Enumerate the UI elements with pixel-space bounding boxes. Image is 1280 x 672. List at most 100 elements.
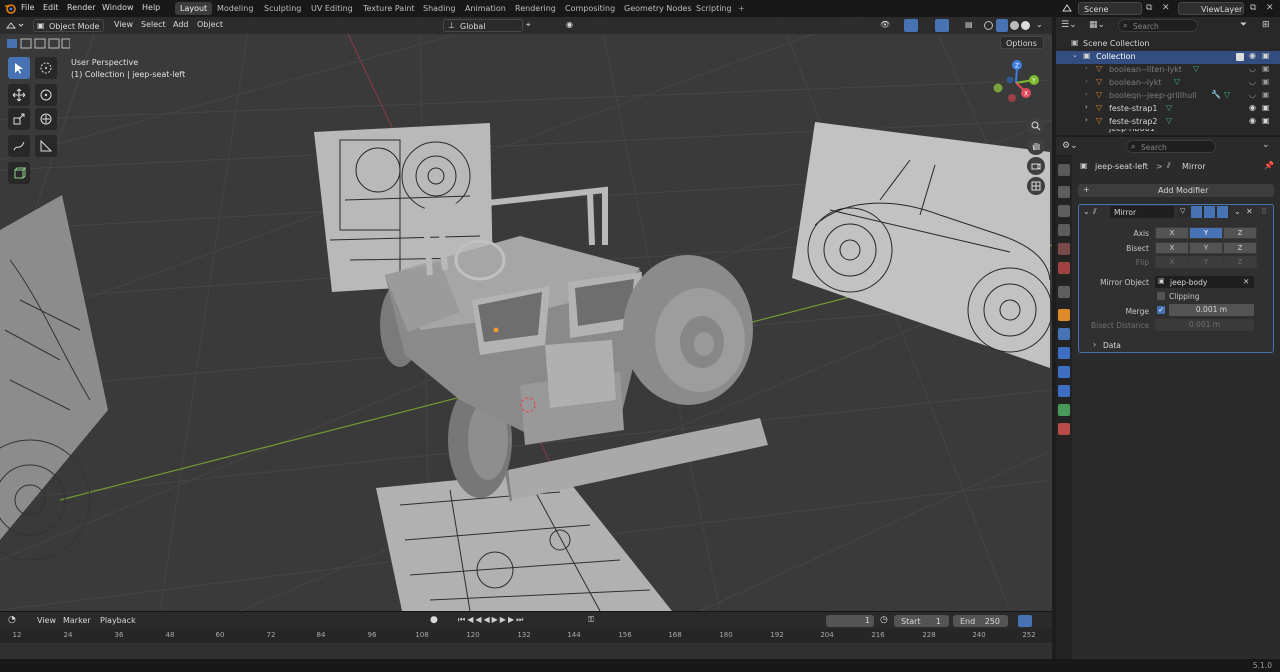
solid-shading-icon[interactable] [996, 19, 1008, 32]
menu-add[interactable]: Add [173, 20, 189, 29]
menu-object[interactable]: Object [197, 20, 223, 29]
editor-type-icon[interactable] [5, 20, 27, 32]
clock-icon[interactable]: ◷ [880, 615, 888, 625]
timeline-menu-playback[interactable]: Playback [100, 616, 136, 625]
shading-options-icon[interactable]: ⌄ [1036, 20, 1043, 29]
outliner-row-collection[interactable]: ⌄ ▣ Collection ◉ ▣ [1056, 51, 1280, 64]
merge-distance-field[interactable]: 0.001 m [1169, 304, 1254, 316]
render-camera-icon[interactable]: ▣ [1262, 116, 1270, 125]
timeline-menu-marker[interactable]: Marker [63, 616, 91, 625]
timeline-menu-view[interactable]: View [37, 616, 56, 625]
xray-icon[interactable]: ▤ [965, 20, 973, 29]
options-dropdown[interactable]: Options [1000, 36, 1044, 49]
flip-x-button[interactable]: X [1155, 256, 1189, 268]
render-display-icon[interactable] [1217, 206, 1228, 218]
visibility-eye-icon[interactable]: ◉ [1249, 116, 1256, 125]
pan-hand-icon[interactable] [1027, 137, 1045, 155]
select-mode-icons[interactable] [6, 38, 71, 49]
properties-search-input[interactable]: ⌕ Search [1126, 140, 1216, 153]
object-tab-icon[interactable] [1058, 309, 1070, 321]
bisect-x-button[interactable]: X [1155, 242, 1189, 254]
start-frame-field[interactable]: Start 1 [894, 615, 949, 627]
tab-modeling[interactable]: Modeling [212, 2, 258, 15]
collection-tab-icon[interactable] [1058, 286, 1070, 298]
expand-chevron-icon[interactable]: › [1085, 116, 1088, 124]
outliner-row-object[interactable]: › ▽ boolean--lykt ▽ ◡ ▣ [1056, 77, 1280, 90]
reference-image-left[interactable] [0, 195, 108, 561]
bisect-y-button[interactable]: Y [1189, 242, 1223, 254]
outliner-row-object[interactable]: jeep-rib001 [1056, 129, 1280, 135]
snap-icon[interactable]: ⌖ [526, 20, 531, 30]
mode-selector[interactable]: ▣ Object Mode [33, 19, 104, 32]
render-camera-icon[interactable]: ▣ [1262, 103, 1270, 112]
timeline-editor-icon[interactable]: ◔ [8, 615, 16, 625]
reference-image-side[interactable] [792, 122, 1052, 368]
tab-uv-editing[interactable]: UV Editing [306, 2, 358, 15]
edit-mode-icon[interactable] [1191, 206, 1202, 218]
overlay-toggle-icon[interactable] [935, 19, 949, 32]
visibility-eye-icon[interactable]: ◉ [1249, 51, 1256, 60]
data-tab-icon[interactable] [1058, 404, 1070, 416]
render-camera-icon[interactable]: ▣ [1262, 90, 1270, 99]
annotate-tool[interactable] [8, 135, 30, 157]
tab-compositing[interactable]: Compositing [560, 2, 620, 15]
scene-selector[interactable]: Scene [1078, 2, 1142, 15]
modifier-dropdown-icon[interactable]: ⌄ [1234, 207, 1241, 216]
clipping-checkbox[interactable] [1157, 292, 1165, 300]
axis-x-button[interactable]: X [1155, 227, 1189, 239]
timeline-view-icon[interactable] [1018, 615, 1032, 627]
scene-icon[interactable] [1061, 2, 1073, 15]
gizmo-toggle-icon[interactable] [904, 19, 918, 32]
render-camera-icon[interactable]: ▣ [1262, 64, 1270, 73]
blender-logo-icon[interactable] [4, 3, 18, 15]
perspective-toggle-icon[interactable] [1027, 177, 1045, 195]
constraints-tab-icon[interactable] [1058, 385, 1070, 397]
navigation-gizmo[interactable]: Z Y X [990, 58, 1042, 108]
move-tool[interactable] [8, 84, 30, 106]
tab-sculpting[interactable]: Sculpting [259, 2, 306, 15]
menu-view[interactable]: View [114, 20, 133, 29]
properties-editor-icon[interactable]: ⚙⌄ [1062, 141, 1078, 151]
select-box-tool[interactable] [8, 57, 30, 79]
new-scene-icon[interactable]: ⧉ [1146, 3, 1152, 13]
render-camera-icon[interactable]: ▣ [1262, 77, 1270, 86]
modifier-name-input[interactable]: Mirror [1110, 206, 1174, 218]
bisect-distance-field[interactable]: 0.001 m [1155, 319, 1254, 331]
axis-y-button[interactable]: Y [1189, 227, 1223, 239]
outliner-row-object[interactable]: › ▽ booleqn--jeep-grillhull 🔧 ▽ ◡ ▣ [1056, 90, 1280, 103]
expand-chevron-icon[interactable]: › [1093, 340, 1096, 349]
data-subpanel-label[interactable]: Data [1103, 341, 1121, 350]
wireframe-shading-icon[interactable] [984, 21, 993, 30]
tab-shading[interactable]: Shading [418, 2, 461, 15]
transform-tool[interactable] [35, 108, 57, 130]
scene-tab-icon[interactable] [1058, 243, 1070, 255]
flip-y-button[interactable]: Y [1189, 256, 1223, 268]
add-modifier-button[interactable]: + Add Modifier [1078, 184, 1274, 197]
current-frame-field[interactable]: 1 [826, 615, 874, 627]
visibility-eye-icon[interactable]: ◉ [1249, 103, 1256, 112]
tab-rendering[interactable]: Rendering [510, 2, 561, 15]
physics-tab-icon[interactable] [1058, 366, 1070, 378]
remove-modifier-icon[interactable]: ✕ [1246, 207, 1253, 216]
view-layer-tab-icon[interactable] [1058, 224, 1070, 236]
3d-viewport[interactable] [0, 17, 1052, 611]
keying-icon[interactable]: ⚿ [588, 615, 594, 625]
tool-tab-icon[interactable] [1058, 164, 1070, 176]
delete-scene-icon[interactable]: ✕ [1162, 3, 1170, 13]
tab-scripting[interactable]: Scripting [691, 2, 737, 15]
scale-tool[interactable] [8, 108, 30, 130]
world-tab-icon[interactable] [1058, 262, 1070, 274]
menu-help[interactable]: Help [142, 3, 160, 12]
material-shading-icon[interactable] [1010, 21, 1019, 30]
playback-controls[interactable]: ⏮◀◀◀▶▶▶⏭ [458, 615, 578, 627]
merge-checkbox[interactable]: ✓ [1157, 306, 1165, 314]
expand-chevron-icon[interactable]: ⌄ [1072, 51, 1078, 59]
record-icon[interactable]: ● [430, 615, 438, 625]
collection-checkbox-icon[interactable] [1236, 53, 1244, 61]
outliner-editor-icon[interactable]: ☰⌄ [1061, 20, 1083, 32]
menu-select[interactable]: Select [141, 20, 166, 29]
outliner-row-object[interactable]: › ▽ feste-strap1 ▽ ◉ ▣ [1056, 103, 1280, 116]
filter-icon[interactable]: ⏷ [1240, 20, 1247, 30]
expand-chevron-icon[interactable]: › [1085, 77, 1088, 85]
modifiers-tab-icon[interactable] [1058, 328, 1070, 340]
